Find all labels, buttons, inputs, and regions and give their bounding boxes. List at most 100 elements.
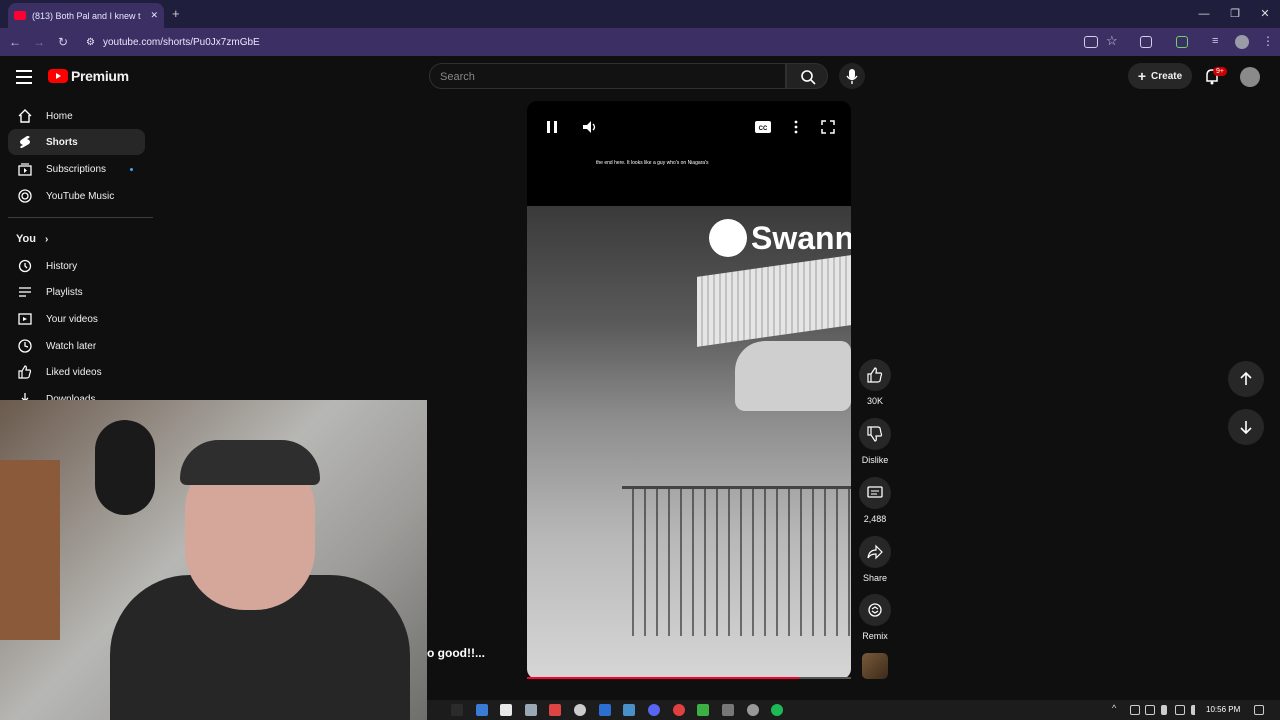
remix-button[interactable]: Remix [859,594,891,641]
sidebar-you-heading[interactable]: You › [16,233,48,245]
browser-tab[interactable]: (813) Both Pal and I knew t ✕ [8,3,164,28]
media-controls-icon[interactable]: ≡ [1212,35,1218,47]
create-label: Create [1151,70,1183,82]
dislike-button[interactable]: Dislike [859,418,891,465]
taskbar-spotify-icon[interactable] [771,704,783,716]
taskbar-settings-icon[interactable] [574,704,586,716]
taskbar-app-icon[interactable] [476,704,488,716]
taskbar-discord-icon[interactable] [648,704,660,716]
taskbar-app-icon[interactable] [525,704,537,716]
sidebar-item-label: History [46,260,78,272]
youtube-play-icon [48,69,68,83]
site-info-icon[interactable]: ⚙ [86,37,95,48]
overlay-caption-text: o good!!... [427,646,485,660]
sidebar-item-label: Liked videos [46,366,102,378]
search-button[interactable] [786,63,828,89]
tray-chevron-up-icon[interactable]: ^ [1112,703,1116,713]
dislike-label: Dislike [861,455,889,465]
next-short-button[interactable] [1228,409,1264,445]
video-caption-text: the end here. It looks like a guy who's … [596,160,709,166]
previous-short-button[interactable] [1228,361,1264,397]
video-progress-remaining [799,677,851,679]
search-input[interactable]: Search [429,63,786,89]
logo-text: Premium [71,68,129,84]
reload-button[interactable]: ↻ [54,33,72,51]
tray-app-icon[interactable] [1130,705,1140,715]
close-tab-icon[interactable]: ✕ [150,10,158,21]
closed-captions-icon: CC [755,121,771,133]
sidebar-item-home[interactable]: Home [8,103,145,129]
notification-badge: 9+ [1213,67,1227,76]
sidebar-item-history[interactable]: History [8,253,145,279]
taskbar-clock[interactable]: 10:56 PM [1206,705,1240,714]
volume-button[interactable] [581,118,599,136]
create-button[interactable]: + Create [1128,63,1192,89]
tray-volume-icon[interactable] [1191,705,1201,715]
taskbar-game-icon[interactable] [549,704,561,716]
tray-app-icon[interactable] [1145,705,1155,715]
sidebar-item-label: Subscriptions [46,163,107,175]
sidebar-item-label: Watch later [46,340,97,352]
taskbar-steam-icon[interactable] [623,704,635,716]
studio-microphone [95,420,155,515]
fullscreen-icon [821,120,835,134]
taskbar-app-icon[interactable] [599,704,611,716]
sidebar-item-subscriptions[interactable]: Subscriptions [8,156,145,182]
more-options-button[interactable] [787,118,805,136]
sidebar-item-your-videos[interactable]: Your videos [8,306,145,332]
video-progress-bar[interactable] [527,677,799,679]
profile-avatar[interactable] [1235,35,1249,49]
close-window-button[interactable]: ✕ [1256,5,1274,23]
sidebar-item-label: Playlists [46,286,83,298]
history-icon [18,259,32,273]
sidebar-item-playlists[interactable]: Playlists [8,279,145,305]
security-camera-footage [527,206,851,679]
chevron-right-icon: › [45,234,49,245]
forward-button[interactable]: → [30,33,48,51]
volume-icon [583,121,596,133]
cast-icon[interactable] [1176,36,1188,48]
captions-button[interactable]: CC [754,118,772,136]
shorts-video-player[interactable]: CC the end here. It looks like a guy who… [527,101,851,679]
comment-count: 2,488 [863,514,887,524]
minimize-button[interactable]: — [1195,5,1213,23]
tray-network-icon[interactable] [1175,705,1185,715]
taskbar-xbox-icon[interactable] [697,704,709,716]
comment-icon [867,486,883,498]
notification-center-icon[interactable] [1254,705,1264,715]
install-app-icon[interactable] [1084,36,1098,48]
voice-search-button[interactable] [839,63,865,89]
fullscreen-button[interactable] [819,118,837,136]
taskbar-start-icon[interactable] [451,704,463,716]
pause-button[interactable] [543,118,561,136]
tray-microphone-icon[interactable] [1161,705,1167,715]
channel-thumbnail[interactable] [862,653,888,679]
playlists-icon [19,287,31,297]
sidebar-item-liked-videos[interactable]: Liked videos [8,359,145,385]
menu-hamburger-icon[interactable] [16,70,32,84]
svg-text:CC: CC [759,126,768,132]
like-button[interactable]: 30K [859,359,891,406]
sidebar-item-shorts[interactable]: Shorts [8,129,145,155]
address-bar[interactable]: ⚙ youtube.com/shorts/Pu0Jx7zmGbE [80,32,1080,52]
liked-videos-icon [18,365,32,379]
bookmark-star-icon[interactable]: ☆ [1106,33,1118,49]
extensions-icon[interactable] [1140,36,1152,48]
youtube-premium-logo[interactable]: Premium [48,68,129,84]
share-button[interactable]: Share [859,536,891,583]
new-tab-button[interactable]: + [172,6,180,21]
taskbar-chrome-icon[interactable] [673,704,685,716]
taskbar-app-icon[interactable] [722,704,734,716]
sidebar-item-label: Home [46,110,73,122]
sidebar-item-watch-later[interactable]: Watch later [8,333,145,359]
arrow-up-icon [1240,371,1252,385]
iron-fence [622,486,851,636]
comments-button[interactable]: 2,488 [859,477,891,524]
taskbar-notepad-icon[interactable] [500,704,512,716]
sidebar-item-youtube-music[interactable]: YouTube Music [8,183,145,209]
restore-button[interactable]: ❐ [1226,5,1244,23]
account-avatar[interactable] [1240,67,1260,87]
taskbar-app-icon[interactable] [747,704,759,716]
back-button[interactable]: ← [6,33,24,51]
browser-menu-icon[interactable]: ⋮ [1262,34,1274,48]
